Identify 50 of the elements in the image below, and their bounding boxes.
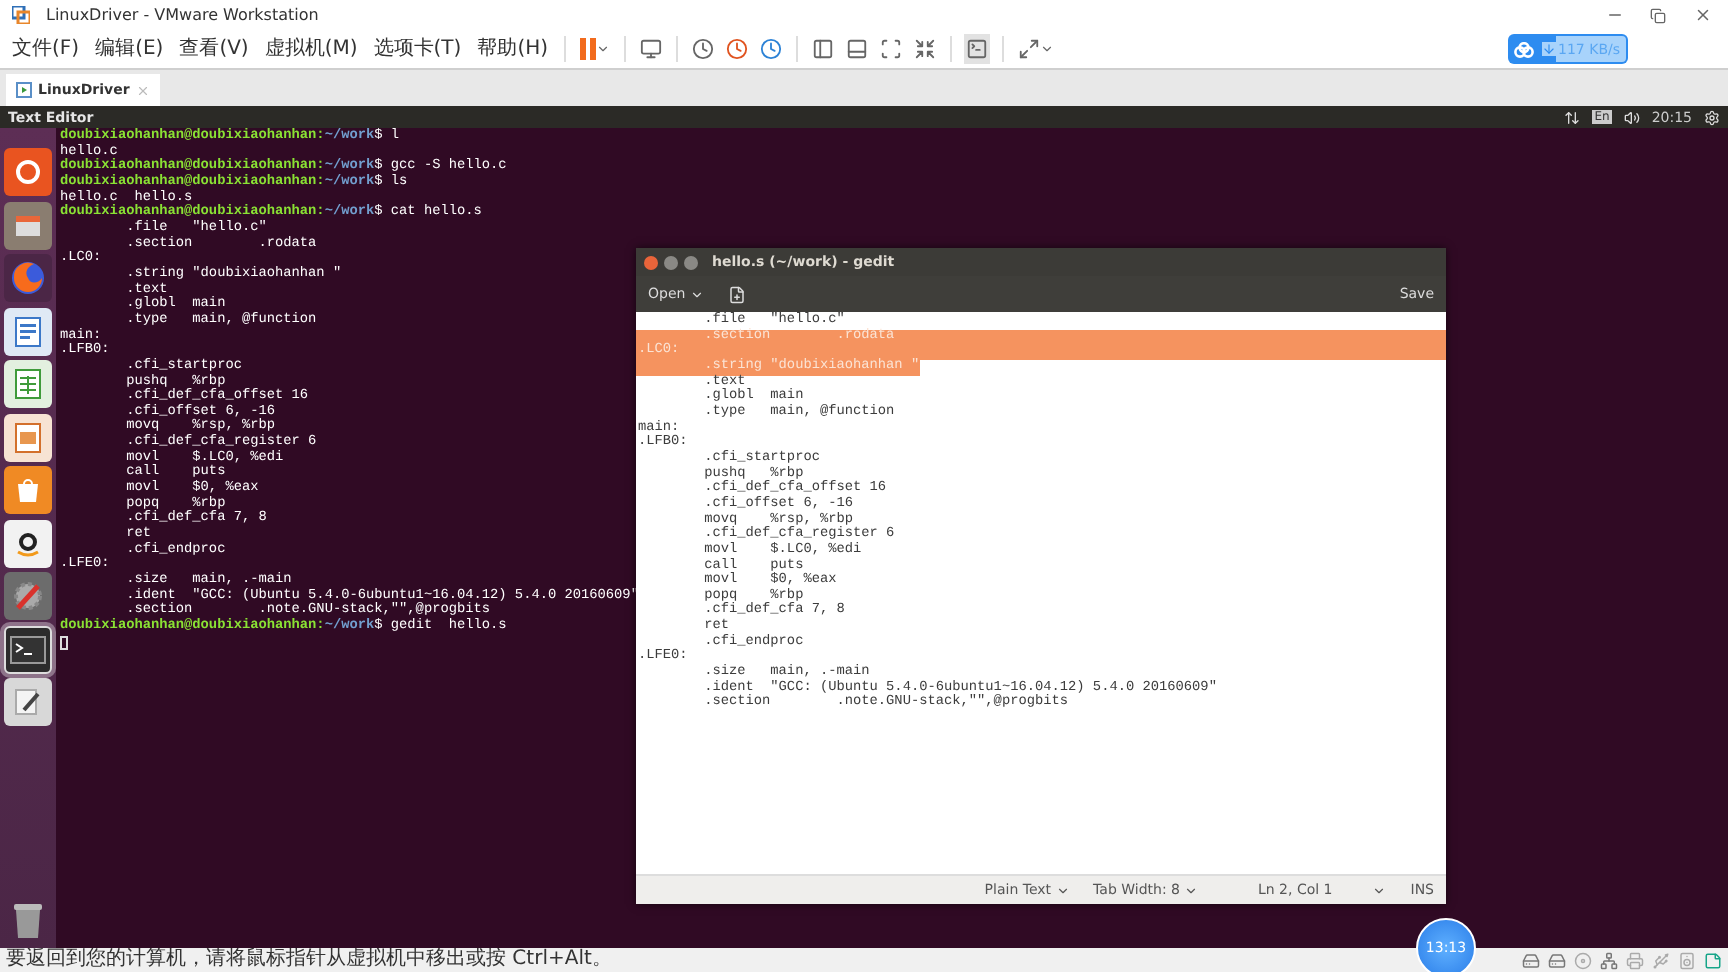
document-icon[interactable] <box>4 307 52 355</box>
fit-screen-icon[interactable] <box>878 34 905 64</box>
hard-drive-icon[interactable] <box>1522 951 1540 969</box>
terminal-icon[interactable] <box>4 625 52 673</box>
hard-drive-icon[interactable] <box>1548 951 1566 969</box>
caret-icon <box>689 287 704 301</box>
caret-icon <box>1055 883 1070 897</box>
computer-icon[interactable] <box>638 34 665 64</box>
shrink-icon[interactable] <box>912 34 939 64</box>
cloud-icon <box>1514 41 1535 57</box>
menu-item[interactable]: 帮助(H) <box>473 37 553 61</box>
fullscreen-button[interactable] <box>1016 34 1057 64</box>
browser-icon[interactable] <box>4 254 52 302</box>
pause-button[interactable] <box>578 34 613 64</box>
restore-icon <box>1650 7 1666 23</box>
dash-icon[interactable] <box>4 148 52 196</box>
pencil-icon[interactable] <box>4 678 52 726</box>
clock-icon[interactable] <box>724 34 751 64</box>
terminal-cursor <box>60 635 68 650</box>
clock-icon[interactable] <box>758 34 785 64</box>
caret-icon <box>1040 42 1055 56</box>
menu-item[interactable]: 虚拟机(M) <box>260 37 362 61</box>
caret-icon <box>1372 883 1387 897</box>
volume-icon[interactable] <box>1623 109 1640 125</box>
maximize-button[interactable] <box>684 255 698 269</box>
presentation-icon[interactable] <box>4 413 52 461</box>
app-logo-icon <box>12 6 30 24</box>
expand-icon <box>1018 38 1041 60</box>
menu-item[interactable]: 查看(V) <box>175 37 253 61</box>
settings-icon[interactable] <box>1704 109 1720 125</box>
vm-icon <box>16 82 32 98</box>
new-document-icon <box>727 285 746 303</box>
menu-item[interactable]: 选项卡(T) <box>369 37 466 61</box>
clock-icon[interactable] <box>690 34 717 64</box>
window-title: LinuxDriver - VMware Workstation <box>46 6 321 24</box>
close-icon <box>1693 6 1711 24</box>
panel-bottom-icon[interactable] <box>844 34 871 64</box>
minimize-button[interactable] <box>664 255 678 269</box>
menu-item[interactable]: 文件(F) <box>8 37 84 61</box>
status-message: 要返回到您的计算机，请将鼠标指针从虚拟机中移出或按 Ctrl+Alt。 <box>6 948 614 972</box>
file-cabinet-icon[interactable] <box>4 201 52 249</box>
download-icon <box>1542 42 1557 56</box>
caret-icon <box>1183 883 1198 897</box>
console-icon[interactable] <box>964 34 991 64</box>
note-icon[interactable] <box>1704 951 1722 969</box>
menu-item[interactable]: 编辑(E) <box>91 37 168 61</box>
close-button[interactable] <box>644 255 658 269</box>
network-icon[interactable] <box>1564 109 1581 125</box>
caret-icon <box>596 42 611 56</box>
sidebar-icon[interactable] <box>810 34 837 64</box>
